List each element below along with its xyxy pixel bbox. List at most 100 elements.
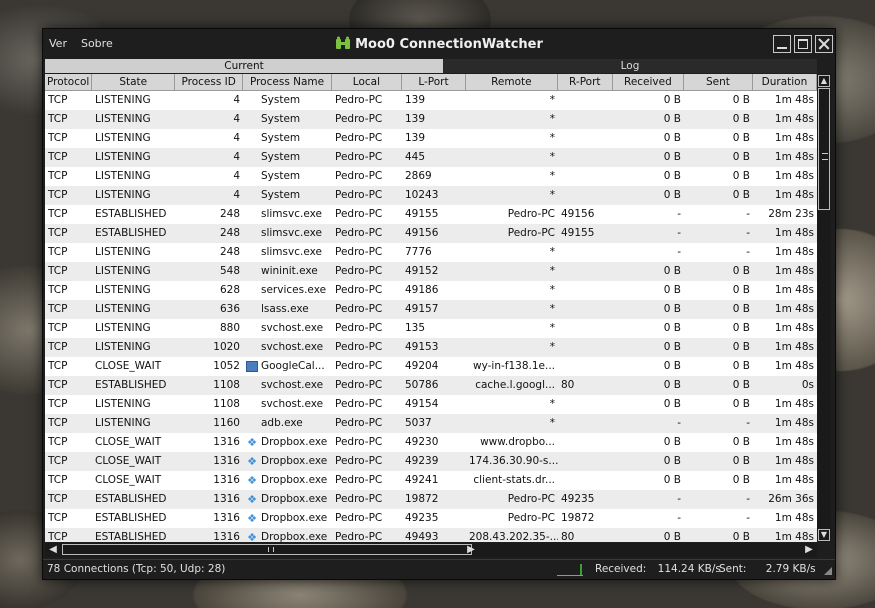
state-cell: ESTABLISHED	[95, 531, 167, 542]
dropbox-icon: ❖	[247, 493, 257, 506]
table-row[interactable]: TCP ESTABLISHED 1316 ❖ Dropbox.exe Pedro-PC 49…	[45, 528, 817, 542]
column-header-remote[interactable]: Remote	[466, 74, 558, 90]
duration-cell: 1m 48s	[774, 474, 814, 486]
local-cell: Pedro-PC	[335, 455, 383, 467]
vertical-scrollbar[interactable]: ▲ ▼	[817, 74, 831, 542]
duration-cell: 0s	[801, 379, 814, 391]
received-cell: -	[677, 493, 681, 505]
maximize-icon[interactable]	[794, 35, 812, 53]
state-cell: LISTENING	[95, 398, 151, 410]
minimize-icon[interactable]	[773, 35, 791, 53]
state-cell: CLOSE_WAIT	[95, 455, 162, 467]
sent-rate: Sent: 2.79 KB/s	[719, 560, 816, 579]
table-row[interactable]: TCP LISTENING 1020 svchost.exe Pedro-PC 49153…	[45, 338, 817, 357]
table-row[interactable]: TCP LISTENING 4 System Pedro-PC 139 * 0 B 0 B 1m …	[45, 129, 817, 148]
protocol-cell: TCP	[48, 303, 68, 315]
received-cell: 0 B	[663, 284, 681, 296]
local-cell: Pedro-PC	[335, 303, 383, 315]
l-port-cell: 139	[405, 113, 426, 125]
sent-label: Sent:	[719, 563, 747, 575]
title-bar[interactable]: Ver Sobre Moo0 ConnectionWatcher	[43, 29, 835, 59]
vertical-scroll-thumb[interactable]	[818, 88, 830, 210]
column-header-protocol[interactable]: Protocol	[45, 74, 93, 90]
duration-cell: 1m 48s	[774, 436, 814, 448]
column-header-process-id[interactable]: Process ID	[175, 74, 244, 90]
horizontal-scroll-thumb[interactable]	[62, 544, 472, 555]
resize-grip-icon[interactable]	[824, 567, 832, 575]
column-header-process-name[interactable]: Process Name	[243, 74, 332, 90]
window-title-text: Moo0 ConnectionWatcher	[355, 37, 543, 52]
process-name-wrap: slimsvc.exe	[246, 205, 329, 224]
scroll-right-end-icon[interactable]: ▶	[803, 544, 815, 556]
table-row[interactable]: TCP ESTABLISHED 1316 ❖ Dropbox.exe Pedro-PC 49…	[45, 509, 817, 528]
table-row[interactable]: TCP CLOSE_WAIT 1316 ❖ Dropbox.exe Pedro-PC 492…	[45, 452, 817, 471]
received-cell: 0 B	[663, 322, 681, 334]
column-header-local[interactable]: Local	[332, 74, 402, 90]
process-name-cell: ❖ Dropbox.exe	[243, 471, 332, 490]
table-row[interactable]: TCP ESTABLISHED 248 slimsvc.exe Pedro-PC 4915…	[45, 224, 817, 243]
received-cell: 0 B	[663, 303, 681, 315]
column-header-received[interactable]: Received	[613, 74, 684, 90]
received-cell: -	[677, 246, 681, 258]
column-header-state[interactable]: State	[92, 74, 176, 90]
tab-strip: Current Log	[45, 59, 817, 73]
column-header-r-port[interactable]: R-Port	[558, 74, 613, 90]
process-id-cell: 1316	[213, 436, 240, 448]
duration-cell: 1m 48s	[774, 170, 814, 182]
l-port-cell: 49155	[405, 208, 439, 220]
local-cell: Pedro-PC	[335, 151, 383, 163]
table-row[interactable]: TCP LISTENING 880 svchost.exe Pedro-PC 135 * 0 …	[45, 319, 817, 338]
table-row[interactable]: TCP LISTENING 4 System Pedro-PC 139 * 0 B 0 B 1m …	[45, 91, 817, 110]
table-row[interactable]: TCP CLOSE_WAIT 1052 GoogleCal... Pedro-PC 492…	[45, 357, 817, 376]
table-row[interactable]: TCP CLOSE_WAIT 1316 ❖ Dropbox.exe Pedro-PC 492…	[45, 471, 817, 490]
protocol-cell: TCP	[48, 341, 68, 353]
process-name-wrap: svchost.exe	[246, 338, 329, 357]
table-row[interactable]: TCP LISTENING 4 System Pedro-PC 445 * 0 B 0 B 1m …	[45, 148, 817, 167]
table-row[interactable]: TCP LISTENING 548 wininit.exe Pedro-PC 49152 *…	[45, 262, 817, 281]
process-name-wrap: ❖ Dropbox.exe	[246, 471, 329, 490]
scroll-right-icon[interactable]: ▶	[465, 544, 477, 556]
table-row[interactable]: TCP LISTENING 4 System Pedro-PC 10243 * 0 B 0 B 1…	[45, 186, 817, 205]
remote-cell: *	[549, 151, 555, 163]
l-port-cell: 49152	[405, 265, 439, 277]
scroll-down-icon[interactable]: ▼	[818, 529, 830, 541]
blank-icon	[246, 171, 258, 182]
blank-icon	[246, 342, 258, 353]
protocol-cell: TCP	[48, 208, 68, 220]
process-name-text: svchost.exe	[261, 398, 324, 410]
blank-icon	[246, 304, 258, 315]
table-row[interactable]: TCP LISTENING 628 services.exe Pedro-PC 49186…	[45, 281, 817, 300]
table-row[interactable]: TCP LISTENING 248 slimsvc.exe Pedro-PC 7776 * -…	[45, 243, 817, 262]
tab-log[interactable]: Log	[443, 59, 817, 73]
process-name-cell: svchost.exe	[243, 376, 332, 395]
sent-cell: -	[746, 512, 750, 524]
table-row[interactable]: TCP ESTABLISHED 1316 ❖ Dropbox.exe Pedro-PC 19…	[45, 490, 817, 509]
horizontal-scrollbar[interactable]: ◀ ▶ ▶	[45, 543, 817, 557]
table-row[interactable]: TCP ESTABLISHED 248 slimsvc.exe Pedro-PC 4915…	[45, 205, 817, 224]
scroll-up-icon[interactable]: ▲	[818, 75, 830, 87]
window-controls	[773, 35, 833, 53]
table-row[interactable]: TCP LISTENING 636 lsass.exe Pedro-PC 49157 * 0 …	[45, 300, 817, 319]
column-header-l-port[interactable]: L-Port	[402, 74, 466, 90]
r-port-cell	[558, 129, 613, 148]
process-id-cell: 4	[233, 189, 240, 201]
scroll-left-icon[interactable]: ◀	[47, 544, 59, 556]
protocol-cell: TCP	[48, 227, 68, 239]
state-cell: CLOSE_WAIT	[95, 474, 162, 486]
process-name-wrap: System	[246, 110, 329, 129]
column-header-sent[interactable]: Sent	[684, 74, 753, 90]
table-row[interactable]: TCP CLOSE_WAIT 1316 ❖ Dropbox.exe Pedro-PC 492…	[45, 433, 817, 452]
close-icon[interactable]	[815, 35, 833, 53]
tab-current[interactable]: Current	[45, 59, 443, 73]
protocol-cell: TCP	[48, 493, 68, 505]
dropbox-icon: ❖	[247, 436, 257, 449]
table-row[interactable]: TCP LISTENING 4 System Pedro-PC 2869 * 0 B 0 B 1m…	[45, 167, 817, 186]
table-row[interactable]: TCP LISTENING 1160 adb.exe Pedro-PC 5037 * - - 1m…	[45, 414, 817, 433]
table-row[interactable]: TCP LISTENING 1108 svchost.exe Pedro-PC 49154…	[45, 395, 817, 414]
table-row[interactable]: TCP ESTABLISHED 1108 svchost.exe Pedro-PC 507…	[45, 376, 817, 395]
table-row[interactable]: TCP LISTENING 4 System Pedro-PC 139 * 0 B 0 B 1m …	[45, 110, 817, 129]
r-port-cell	[558, 433, 613, 452]
column-header-duration[interactable]: Duration	[753, 74, 817, 90]
protocol-cell: TCP	[48, 455, 68, 467]
sent-cell: -	[746, 208, 750, 220]
